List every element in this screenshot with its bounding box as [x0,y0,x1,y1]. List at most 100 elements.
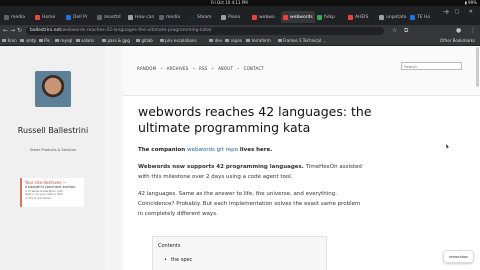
url-host: ballestrini.net [30,28,62,33]
bookmark-item[interactable]: mysql [54,38,73,43]
folder-icon [38,39,43,42]
browser-tab[interactable]: webwo [250,11,281,23]
tab-favicon-icon [35,14,40,20]
folder-icon [225,39,230,42]
author-tagline: Green Products & Services [29,148,77,152]
browser-tab[interactable]: Dell Pr [64,11,95,23]
browser-tab[interactable]: Piano [219,11,250,23]
article-paragraph-1: Webwords now supports 42 programming lan… [138,164,362,180]
folder-icon [102,39,106,42]
browser-tab[interactable]: zeasttd [95,11,126,23]
git-repo-link[interactable]: webwords git repo [187,147,238,153]
comment-widget-button[interactable]: remarkbox [443,250,474,263]
bookmark-item[interactable]: Kron [2,38,17,43]
bookmarks-bar: Kron smtp Pis mysql solaris pass & gpg gitlab p… [0,37,480,46]
tab-favicon-icon [190,14,195,20]
browser-tab[interactable]: fvlkp [315,11,346,23]
bookmark-item[interactable]: pass & gpg [102,38,130,43]
browser-tab[interactable]: TE Ho [408,11,439,23]
url-path: /webwords-reaches-42-languages-the-ultim… [61,28,212,33]
article-paragraph-2: 42 languages. Same as the answer to life… [138,191,361,217]
nav-link-rss[interactable]: RSS [199,66,207,71]
extensions-icon[interactable]: ⧉ [404,27,408,35]
toc-heading: Contents [158,243,181,249]
author-name[interactable]: Russell Ballestrini [10,126,96,136]
promo-box[interactable]: Your site deserves — a beautiful comment… [20,178,84,207]
browser-tab[interactable]: Steam [188,11,219,23]
tab-favicon-icon [379,14,384,20]
tab-favicon-icon [97,14,102,20]
bookmark-label: priv escalations [165,38,197,43]
tab-favicon-icon [221,14,226,20]
article-title: webwords reaches 42 languages: the ultim… [138,104,372,135]
tab-label: zeasttd [104,14,121,20]
bookmark-label: Frames 3 Technical ... [283,38,327,43]
browser-tab[interactable]: Home [33,11,64,23]
folder-icon [159,39,164,42]
page-scrollbar[interactable] [476,47,479,87]
search-input[interactable] [401,62,462,70]
site-nav: RANDOM • ARCHIVES • RSS • ABOUT • CONTACT [137,66,264,71]
bookmark-item[interactable]: Pis [38,38,50,43]
folder-icon [277,39,282,42]
author-avatar [35,71,71,107]
bookmark-label: mysql [60,38,73,43]
tab-favicon-icon [410,14,415,20]
promo-line-5[interactable]: or try it out here! [25,196,81,201]
nav-separator: • [211,66,215,71]
bookmark-label: terraform [251,38,271,43]
tab-label: webwo [259,14,275,20]
bookmark-label: Kron [7,38,17,43]
other-bookmarks[interactable]: Other Bookmarks [440,38,475,43]
browser-tab[interactable]: AHElS [346,11,377,23]
tab-label: How can [135,14,155,20]
tab-favicon-icon [348,14,353,20]
web-page: Russell Ballestrini Green Products & Ser… [0,46,480,270]
bookmark-label: gitlab [141,38,153,43]
window-controls[interactable]: – ▢ ✕ [442,9,477,15]
bookmark-item[interactable]: priv escalations [159,38,197,43]
tab-favicon-icon [128,14,133,20]
folder-icon [2,39,6,42]
toc-item-spec[interactable]: the spec [164,257,321,263]
nav-link-contact[interactable]: CONTACT [244,66,264,71]
tab-favicon-icon [283,14,288,20]
folder-icon [54,39,59,42]
tab-label: TE Ho [417,14,431,20]
browser-tab[interactable]: How can [126,11,157,23]
profile-icon[interactable]: ● [456,27,461,34]
back-icon[interactable]: ← [3,27,8,34]
bookmark-label: solaris [81,38,95,43]
main-column: RANDOM•ARCHIVES•RSS•ABOUT•CONTACT webwor… [123,46,480,270]
bookmark-item[interactable]: Frames 3 Technical ... [277,38,327,43]
bookmark-item[interactable]: gitlab [136,38,153,43]
browser-toolbar: ← → ↻ ballestrini.net/webwords-reaches-4… [0,25,480,37]
nav-link-archives[interactable]: ARCHIVES [167,66,189,71]
address-bar[interactable]: ballestrini.net/webwords-reaches-42-lang… [26,27,384,35]
browser-tab[interactable]: media [2,11,33,23]
menu-icon[interactable]: ⋮ [470,27,476,34]
bookmark-label: Pis [44,38,50,43]
tab-favicon-icon [66,14,71,20]
bookmark-item[interactable]: repos [225,38,242,43]
bookmark-item[interactable]: terraform [246,38,271,43]
reload-icon[interactable]: ↻ [17,27,22,34]
bookmark-item[interactable]: smtp [20,38,36,43]
browser-tab[interactable]: webwords✕ [281,11,315,23]
tab-favicon-icon [4,14,9,20]
bookmark-label: pass & gpg [107,38,130,43]
star-icon[interactable]: ☆ [392,27,397,34]
bookmark-item[interactable]: solaris [75,38,95,43]
tab-favicon-icon [159,14,164,20]
forward-icon[interactable]: → [10,27,15,34]
nav-separator: • [237,66,240,71]
nav-link-random[interactable]: RANDOM [137,66,156,71]
folder-icon [20,39,25,42]
bookmark-item[interactable]: dev [209,38,222,43]
nav-link-about[interactable]: ABOUT [218,66,233,71]
sidebar: Russell Ballestrini Green Products & Ser… [0,46,105,270]
browser-tab[interactable]: unpotato [377,11,408,23]
tab-label: media [166,14,181,20]
browser-tab-strip: media Home Dell Pr zeasttd How can media Steam… [0,6,480,25]
browser-tab[interactable]: media [157,11,188,23]
